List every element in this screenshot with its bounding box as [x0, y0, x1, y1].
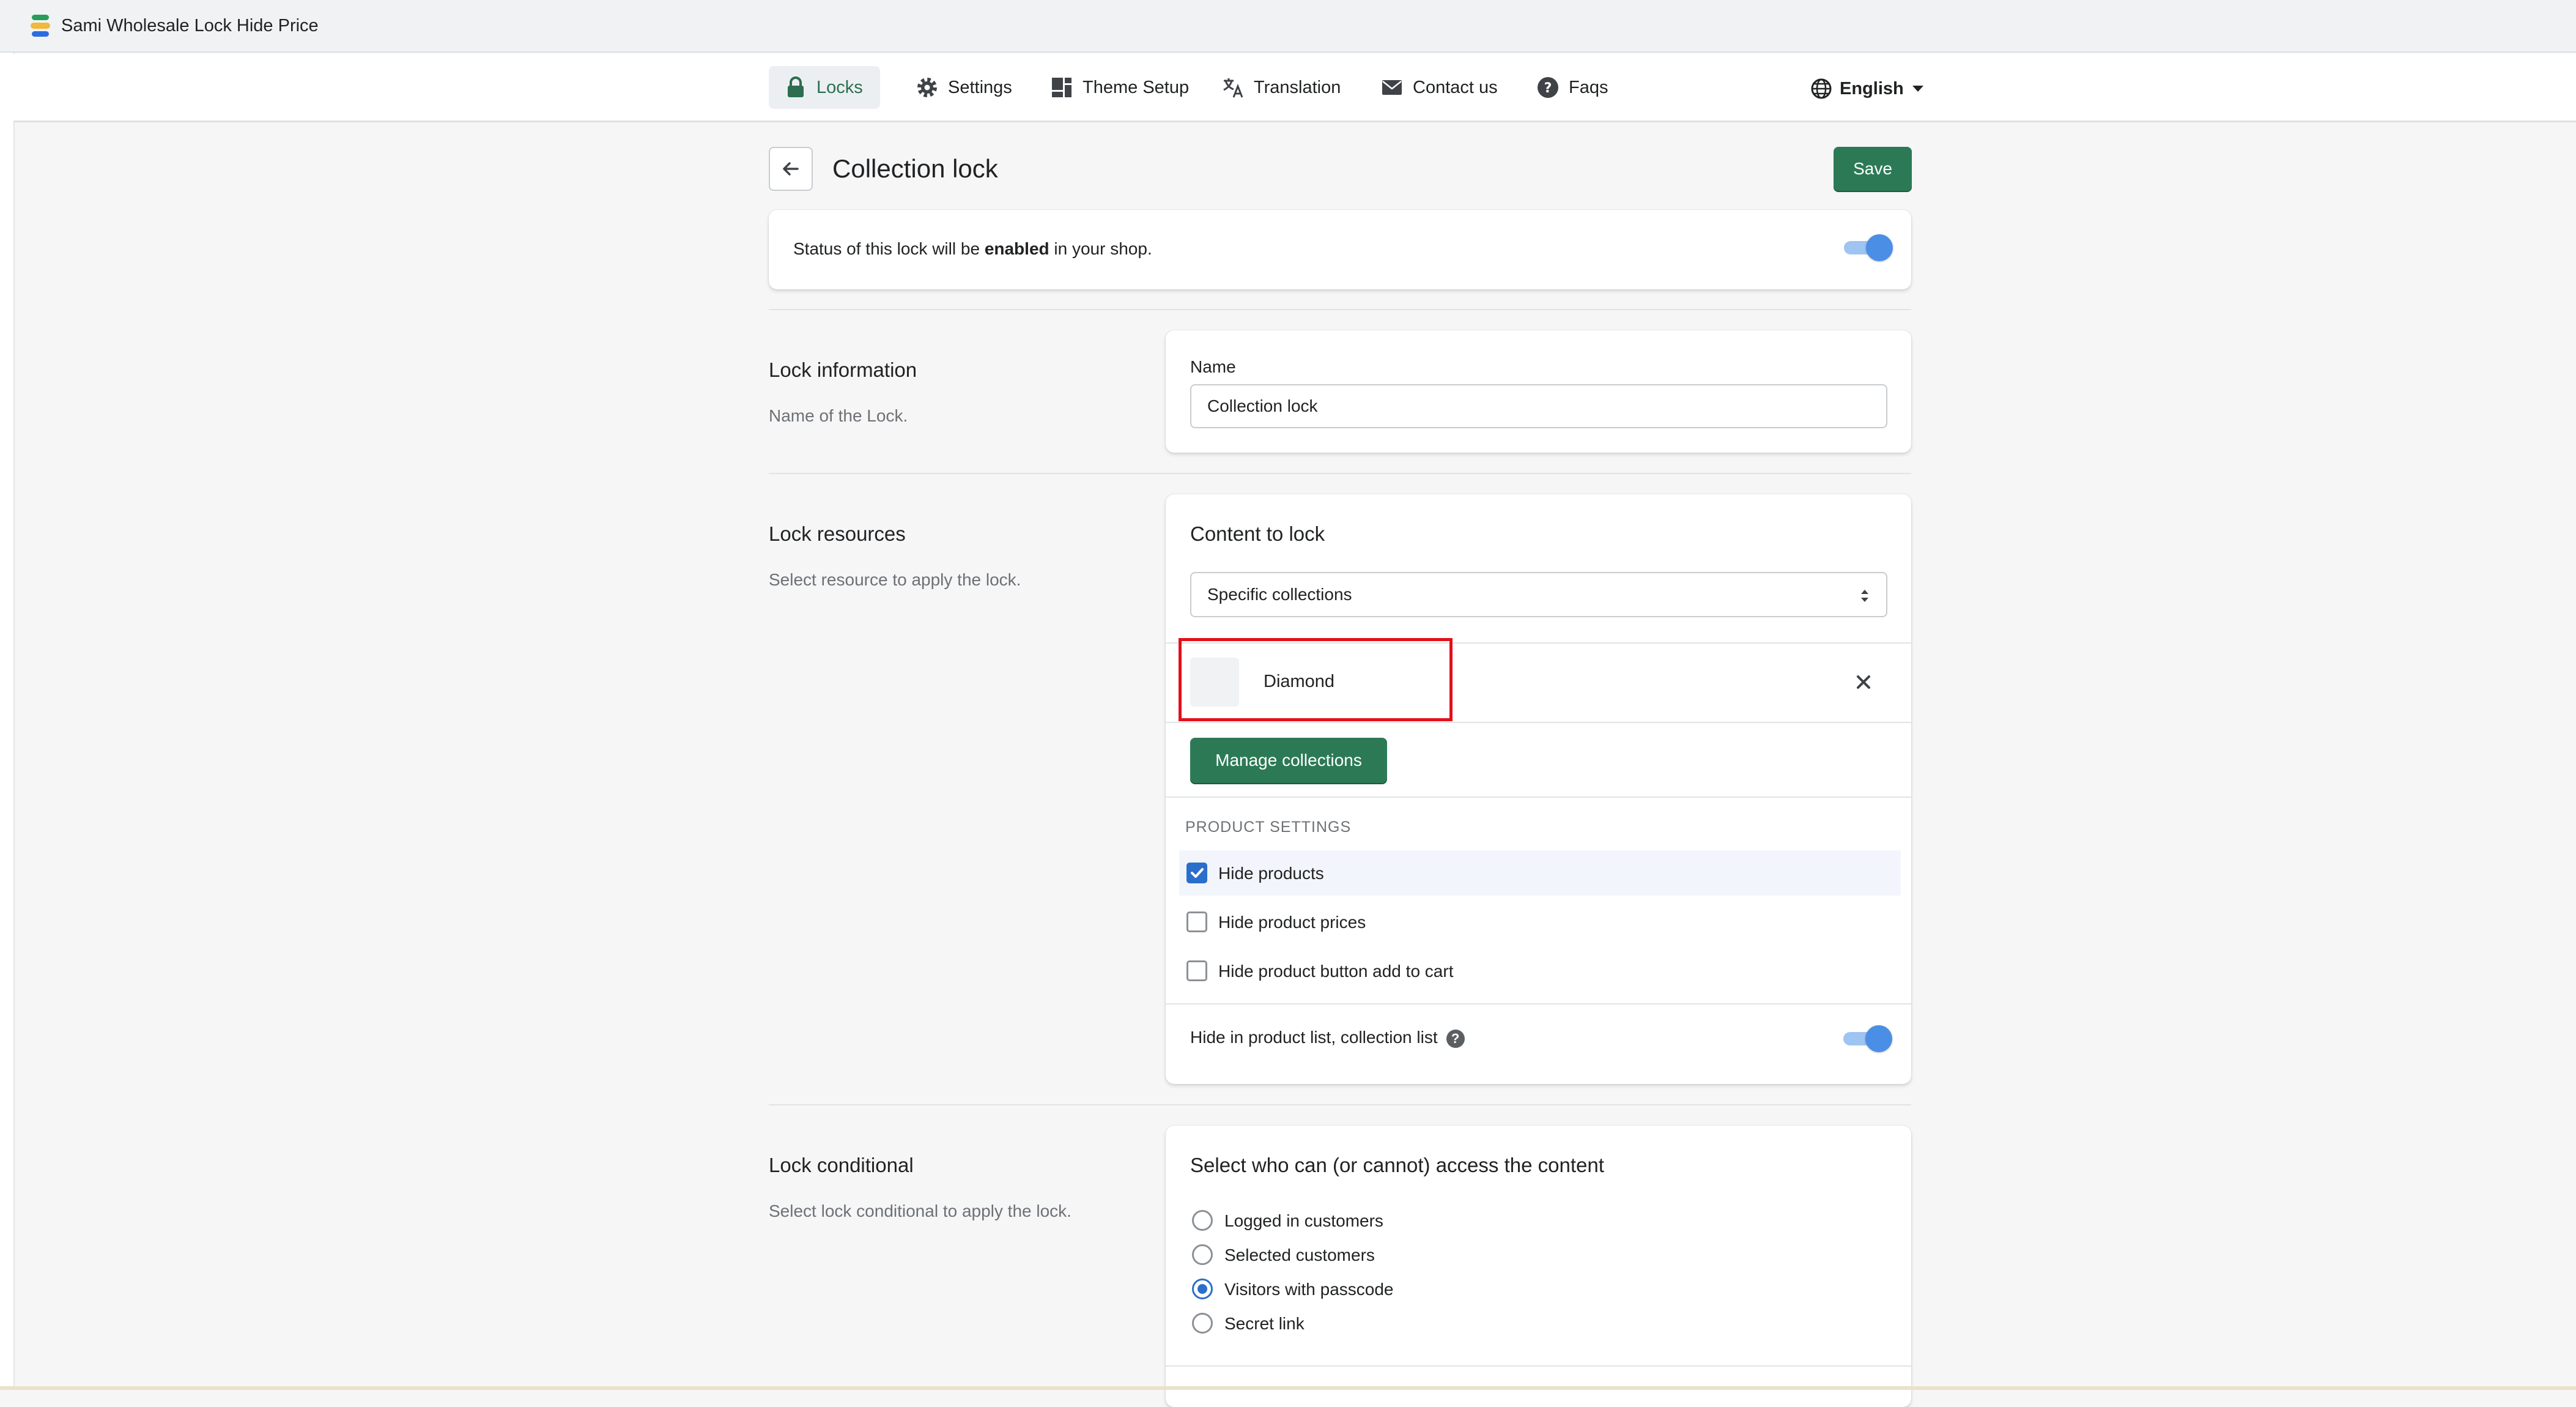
radio-label: Logged in customers [1224, 1211, 1383, 1230]
access-heading: Select who can (or cannot) access the co… [1190, 1154, 1604, 1176]
close-icon[interactable] [1853, 672, 1874, 692]
gear-icon [917, 78, 937, 97]
svg-text:?: ? [1544, 81, 1552, 96]
nav-tab-label: Theme Setup [1083, 77, 1190, 97]
globe-icon [1811, 78, 1832, 99]
radio-label: Visitors with passcode [1224, 1280, 1394, 1299]
nav-tab-label: Contact us [1413, 77, 1498, 97]
nav-tab-settings[interactable]: Settings [900, 66, 1029, 109]
back-button[interactable] [769, 147, 813, 191]
caret-down-icon [1912, 86, 1923, 92]
hide-product-prices-label: Hide product prices [1218, 913, 1366, 932]
lock-conditional-card: Select who can (or cannot) access the co… [1166, 1126, 1911, 1407]
lock-icon [788, 76, 804, 97]
status-state: enabled [984, 239, 1049, 258]
hide-in-list-toggle[interactable] [1843, 1025, 1892, 1052]
section-divider [769, 473, 1911, 474]
theme-icon [1052, 78, 1071, 97]
hide-add-to-cart-label: Hide product button add to cart [1218, 962, 1454, 981]
checkmark-icon [1191, 868, 1204, 878]
app-bar: Sami Wholesale Lock Hide Price [0, 0, 2576, 53]
lock-information-title: Lock information [769, 358, 917, 381]
radio-selected-customers[interactable] [1192, 1244, 1213, 1265]
name-field-label: Name [1190, 357, 1236, 376]
translate-icon [1223, 78, 1243, 98]
nav-tab-label: Faqs [1569, 77, 1608, 97]
bottom-edge [0, 1386, 2576, 1390]
content-type-select[interactable]: Specific collections [1190, 572, 1887, 617]
content-to-lock-heading: Content to lock [1190, 522, 1325, 545]
hide-products-label: Hide products [1218, 864, 1324, 883]
lock-resources-subtitle: Select resource to apply the lock. [769, 570, 1021, 589]
nav-tab-contact-us[interactable]: Contact us [1365, 66, 1515, 109]
lock-conditional-subtitle: Select lock conditional to apply the loc… [769, 1201, 1071, 1220]
product-settings-label: PRODUCT SETTINGS [1185, 819, 1352, 836]
nav-tab-label: Settings [948, 77, 1012, 97]
radio-logged-in-customers[interactable] [1192, 1210, 1213, 1231]
nav-tab-locks[interactable]: Locks [769, 66, 880, 109]
page-title: Collection lock [832, 154, 998, 183]
hide-product-prices-checkbox[interactable] [1186, 911, 1207, 932]
hide-add-to-cart-checkbox[interactable] [1186, 960, 1207, 981]
section-divider [769, 1104, 1911, 1105]
left-frame-edge [0, 53, 15, 1390]
lock-information-card: Name Collection lock [1166, 330, 1911, 453]
top-navigation: Locks Settings Theme Setup Translation C… [13, 54, 2576, 122]
highlight-box [1179, 638, 1453, 721]
status-toggle[interactable] [1844, 234, 1893, 261]
lock-resources-card: Content to lock Specific collections Hid… [1166, 494, 1911, 1084]
nav-tab-translation[interactable]: Translation [1206, 66, 1358, 109]
mail-icon [1382, 80, 1402, 95]
nav-tab-faqs[interactable]: ? Faqs [1521, 66, 1625, 109]
nav-tab-label: Translation [1254, 77, 1341, 97]
content-type-value: Specific collections [1207, 585, 1352, 604]
hide-products-checkbox[interactable] [1186, 863, 1207, 883]
hide-in-list-label: Hide in product list, collection list? [1190, 1028, 1465, 1048]
row-separator [1166, 722, 1911, 723]
app-logo-icon [31, 15, 50, 37]
row-separator [1166, 1003, 1911, 1004]
row-separator [1166, 796, 1911, 798]
radio-visitors-with-passcode[interactable] [1192, 1279, 1213, 1299]
lock-information-subtitle: Name of the Lock. [769, 406, 908, 425]
row-separator [1166, 1365, 1911, 1367]
lock-resources-title: Lock resources [769, 522, 906, 545]
language-selector[interactable]: English [1810, 73, 1923, 104]
manage-collections-button[interactable]: Manage collections [1190, 738, 1387, 783]
section-divider [769, 309, 1911, 310]
status-text: Status of this lock will be enabled in y… [793, 239, 1152, 258]
radio-label: Secret link [1224, 1314, 1305, 1333]
radio-secret-link[interactable] [1192, 1313, 1213, 1334]
status-card: Status of this lock will be enabled in y… [769, 210, 1911, 289]
name-input[interactable]: Collection lock [1190, 384, 1887, 428]
help-circle-icon: ? [1538, 77, 1558, 98]
nav-tab-theme-setup[interactable]: Theme Setup [1035, 66, 1206, 109]
lock-conditional-title: Lock conditional [769, 1154, 914, 1176]
language-label: English [1840, 78, 1904, 98]
nav-tab-label: Locks [816, 77, 863, 97]
app-title: Sami Wholesale Lock Hide Price [61, 16, 319, 35]
help-icon[interactable]: ? [1446, 1029, 1465, 1048]
select-arrows-icon [1861, 590, 1868, 602]
save-button[interactable]: Save [1834, 147, 1912, 191]
arrow-left-icon [783, 162, 799, 176]
radio-label: Selected customers [1224, 1246, 1375, 1264]
